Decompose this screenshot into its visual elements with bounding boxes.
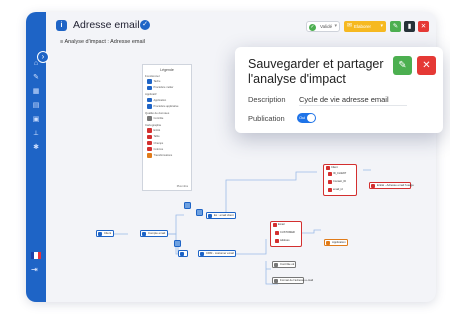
diagram-node[interactable]: Client xyxy=(96,230,114,237)
legend-section-label: Cartographie xyxy=(145,122,162,127)
group-item: Contact_ID xyxy=(328,180,346,184)
group-item: Address xyxy=(275,239,290,243)
legend-item: Colonne xyxy=(147,146,191,152)
toggle-label: Oui xyxy=(299,115,306,120)
control-icon xyxy=(273,262,278,267)
legend-item: Contrôle xyxy=(147,116,191,121)
description-label: Description xyxy=(248,95,286,104)
application-icon xyxy=(147,97,152,103)
legend-item: Procédure métier xyxy=(147,85,191,91)
column-icon xyxy=(328,180,332,184)
table-group[interactable]: Client ID_CLIENT Contact_ID email_id xyxy=(323,164,357,196)
column-icon xyxy=(328,188,332,192)
legend-section-label: Applicatif xyxy=(145,92,157,97)
publication-label: Publication xyxy=(248,114,285,123)
diagram-node[interactable]: CRM - customer email xyxy=(198,250,236,257)
task-icon xyxy=(179,251,184,256)
table-icon xyxy=(147,134,152,140)
transformation-icon xyxy=(147,153,152,158)
column-icon xyxy=(147,146,152,152)
panel-title: Sauvegarder et partager l'analyse d'impa… xyxy=(248,57,384,86)
task-icon xyxy=(147,79,152,84)
legend-item: Entité xyxy=(147,128,191,133)
diagram-node[interactable]: Format de l'adresse e-mail xyxy=(272,277,313,284)
table-group[interactable]: Email CUSTOMER Address xyxy=(270,221,302,247)
column-icon xyxy=(275,239,279,243)
procedure-icon xyxy=(147,85,152,91)
legend-title: Légende xyxy=(160,68,174,72)
task-node[interactable] xyxy=(184,202,191,209)
app-procedure-icon xyxy=(147,104,152,109)
application-icon xyxy=(199,251,204,256)
entity-icon xyxy=(370,183,375,188)
application-icon xyxy=(207,213,212,218)
column-icon xyxy=(275,231,279,235)
diagram-node[interactable]: Contrôle ok xyxy=(272,261,296,268)
group-item: email_id xyxy=(328,188,343,192)
legend-item: Transformations xyxy=(147,153,191,158)
save-button[interactable]: ✎ xyxy=(393,56,412,75)
control-icon xyxy=(273,278,278,283)
control-icon xyxy=(147,116,152,121)
legend-item: Table xyxy=(147,134,191,140)
publication-toggle[interactable]: Oui xyxy=(297,113,316,123)
pencil-icon: ✎ xyxy=(398,60,407,71)
task-icon xyxy=(97,231,102,236)
table-icon xyxy=(326,166,330,170)
entity-icon xyxy=(147,128,152,133)
field-icon xyxy=(147,140,152,146)
diagram-node[interactable] xyxy=(178,250,188,257)
table-icon xyxy=(273,223,277,227)
group-title: Email xyxy=(273,223,285,227)
diagram-node[interactable]: Compte email xyxy=(140,230,168,237)
procedure-icon xyxy=(141,231,146,236)
diagram-node[interactable]: Entité - Adresse email l'usage xyxy=(369,182,414,189)
column-icon xyxy=(328,172,332,176)
transformation-icon xyxy=(325,240,330,245)
task-node[interactable] xyxy=(174,240,181,247)
legend-item: Procédure applicative xyxy=(147,104,191,109)
legend-panel: Légende Fonctionnel Tache Procédure méti… xyxy=(142,64,192,191)
legend-item: Tache xyxy=(147,79,191,84)
legend-item: Application xyxy=(147,97,191,103)
toggle-knob xyxy=(307,114,315,122)
legend-more-link[interactable]: Plus infos xyxy=(177,185,188,188)
diagram-node[interactable]: Application xyxy=(324,239,348,246)
description-field[interactable]: Cycle de vie adresse email xyxy=(299,93,407,106)
group-item: CUSTOMER xyxy=(275,231,295,235)
close-icon: ✕ xyxy=(422,60,431,71)
task-node[interactable] xyxy=(196,209,203,216)
legend-item: Champs xyxy=(147,140,191,146)
diagram-node[interactable]: Ex : email client xyxy=(206,212,236,219)
group-item: ID_CLIENT xyxy=(328,172,346,176)
legend-section-label: Fonctionnel xyxy=(145,74,160,78)
group-title: Client xyxy=(326,166,338,170)
close-button[interactable]: ✕ xyxy=(417,56,436,75)
legend-section-label: Qualité de données xyxy=(145,110,170,115)
